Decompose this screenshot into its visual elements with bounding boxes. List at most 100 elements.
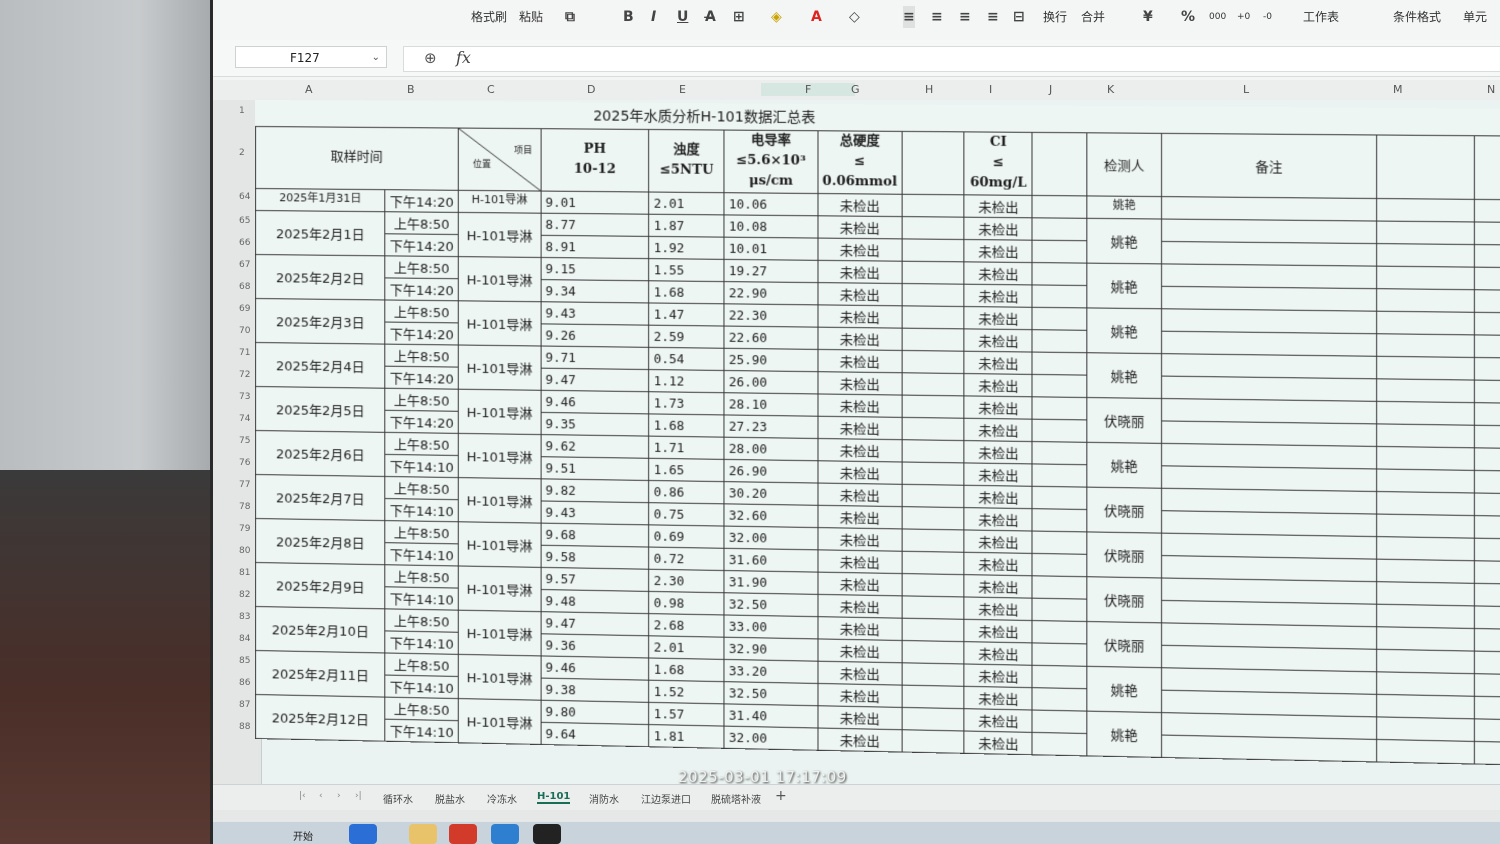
blank-cell[interactable] bbox=[1474, 244, 1500, 268]
row-number[interactable]: 65 bbox=[239, 216, 250, 226]
ph-cell[interactable]: 9.51 bbox=[540, 456, 650, 480]
column-header-d[interactable]: D bbox=[587, 83, 595, 96]
inspector-cell[interactable]: 姚艳 bbox=[1087, 262, 1162, 309]
row-number[interactable]: 69 bbox=[239, 304, 250, 314]
blank-cell[interactable] bbox=[901, 416, 965, 441]
decrease-decimal-icon[interactable]: -0 bbox=[1263, 6, 1272, 28]
column-header-n[interactable]: N bbox=[1487, 83, 1495, 96]
row-number[interactable]: 73 bbox=[239, 392, 250, 402]
hardness-cell[interactable]: 未检出 bbox=[817, 304, 902, 328]
turbidity-cell[interactable]: 1.68 bbox=[649, 280, 725, 304]
blank-cell[interactable] bbox=[1376, 423, 1475, 448]
position-cell[interactable]: H-101导淋 bbox=[458, 256, 541, 302]
conductivity-cell[interactable]: 32.00 bbox=[724, 525, 818, 550]
sheet-tab[interactable]: 脱盐水 bbox=[435, 791, 465, 806]
inspector-cell[interactable]: 姚艳 bbox=[1087, 710, 1162, 757]
blank-cell[interactable] bbox=[1474, 198, 1500, 223]
inspector-cell[interactable]: 伏晓丽 bbox=[1087, 397, 1162, 443]
row-number[interactable]: 76 bbox=[239, 458, 250, 468]
align-center-icon[interactable]: ≡ bbox=[931, 6, 943, 28]
blank-cell[interactable] bbox=[1376, 671, 1475, 696]
date-cell[interactable]: 2025年2月4日 bbox=[255, 342, 386, 388]
blank-cell[interactable] bbox=[1474, 221, 1500, 245]
position-cell[interactable]: H-101导淋 bbox=[458, 432, 541, 479]
blank-cell[interactable] bbox=[1032, 441, 1088, 465]
justify-icon[interactable]: ≡ bbox=[987, 6, 999, 28]
cl-cell[interactable]: 未检出 bbox=[964, 283, 1033, 307]
row-number[interactable]: 1 bbox=[239, 106, 245, 116]
turbidity-cell[interactable]: 0.86 bbox=[649, 479, 725, 504]
column-header-l[interactable]: L bbox=[1243, 83, 1249, 96]
blank-cell[interactable] bbox=[901, 483, 965, 508]
blank-cell[interactable] bbox=[1032, 239, 1088, 263]
position-cell[interactable]: H-101导淋 bbox=[458, 344, 541, 390]
blank-cell[interactable] bbox=[901, 349, 965, 374]
time-cell[interactable]: 上午8:50 bbox=[385, 520, 459, 544]
blank-cell[interactable] bbox=[1474, 695, 1500, 720]
blank-cell[interactable] bbox=[1474, 515, 1500, 539]
ie-icon[interactable] bbox=[349, 824, 377, 844]
date-cell[interactable]: 2025年2月8日 bbox=[255, 518, 386, 565]
cl-cell[interactable]: 未检出 bbox=[964, 440, 1033, 464]
merge-button[interactable]: 合并 bbox=[1081, 6, 1105, 28]
ph-cell[interactable]: 8.91 bbox=[540, 234, 650, 259]
inspector-cell[interactable]: 姚艳 bbox=[1087, 665, 1162, 713]
blank-cell[interactable] bbox=[1474, 582, 1500, 607]
blank-cell[interactable] bbox=[1032, 508, 1088, 532]
hardness-cell[interactable]: 未检出 bbox=[817, 371, 902, 395]
ph-cell[interactable]: 9.47 bbox=[540, 367, 650, 392]
conductivity-cell[interactable]: 27.23 bbox=[724, 414, 818, 438]
blank-cell[interactable] bbox=[901, 617, 965, 642]
align-right-icon[interactable]: ≡ bbox=[959, 6, 971, 28]
time-cell[interactable]: 上午8:50 bbox=[385, 255, 459, 279]
hardness-cell[interactable]: 未检出 bbox=[817, 193, 902, 217]
time-cell[interactable]: 下午14:20 bbox=[385, 277, 459, 301]
conductivity-cell[interactable]: 32.60 bbox=[724, 503, 818, 528]
cl-cell[interactable]: 未检出 bbox=[964, 507, 1033, 531]
conductivity-cell[interactable]: 33.00 bbox=[724, 614, 818, 639]
header-blank-j[interactable] bbox=[1032, 131, 1088, 196]
blank-cell[interactable] bbox=[1474, 605, 1500, 630]
ph-cell[interactable]: 9.58 bbox=[540, 544, 650, 569]
row-number[interactable]: 75 bbox=[239, 436, 250, 446]
time-cell[interactable]: 上午8:50 bbox=[385, 652, 459, 676]
blank-cell[interactable] bbox=[1376, 333, 1475, 357]
time-cell[interactable]: 下午14:10 bbox=[385, 630, 459, 654]
date-cell[interactable]: 2025年2月10日 bbox=[255, 606, 386, 653]
font-color-icon[interactable]: A bbox=[811, 6, 822, 28]
blank-cell[interactable] bbox=[1474, 447, 1500, 471]
turbidity-cell[interactable]: 1.68 bbox=[649, 413, 725, 437]
blank-cell[interactable] bbox=[901, 684, 965, 709]
hardness-cell[interactable]: 未检出 bbox=[817, 527, 902, 551]
start-button[interactable]: 开始 bbox=[293, 828, 313, 843]
header-turbidity[interactable]: 浊度 ≤5NTU bbox=[649, 128, 725, 193]
zoom-icon[interactable]: ⊕ bbox=[424, 49, 437, 67]
date-cell[interactable]: 2025年2月12日 bbox=[255, 694, 386, 741]
column-header-c[interactable]: C bbox=[487, 83, 495, 96]
blank-cell[interactable] bbox=[901, 506, 965, 530]
cl-cell[interactable]: 未检出 bbox=[964, 596, 1033, 621]
paste-button[interactable]: 粘贴 bbox=[519, 6, 543, 28]
hardness-cell[interactable]: 未检出 bbox=[817, 393, 902, 417]
blank-cell[interactable] bbox=[1376, 581, 1475, 606]
blank-cell[interactable] bbox=[1474, 673, 1500, 697]
row-number[interactable]: 64 bbox=[239, 192, 250, 202]
blank-cell[interactable] bbox=[1376, 693, 1475, 719]
turbidity-cell[interactable]: 1.55 bbox=[649, 258, 725, 282]
turbidity-cell[interactable]: 0.75 bbox=[649, 502, 725, 526]
turbidity-cell[interactable]: 0.98 bbox=[649, 590, 725, 615]
header-conductivity[interactable]: 电导率 ≤5.6×10³ μs/cm bbox=[724, 129, 818, 194]
blank-cell[interactable] bbox=[1376, 378, 1475, 403]
date-cell[interactable]: 2025年2月9日 bbox=[255, 562, 386, 609]
inspector-cell[interactable]: 姚艳 bbox=[1087, 217, 1162, 264]
chevron-down-icon[interactable]: ⌄ bbox=[372, 47, 380, 69]
italic-button[interactable]: I bbox=[651, 6, 656, 28]
cl-cell[interactable]: 未检出 bbox=[964, 730, 1033, 755]
blank-cell[interactable] bbox=[1032, 351, 1088, 375]
blank-cell[interactable] bbox=[1032, 709, 1088, 734]
header-hardness[interactable]: 总硬度 ≤ 0.06mmol bbox=[817, 130, 902, 194]
remarks-cell[interactable] bbox=[1161, 353, 1377, 379]
inspector-cell[interactable]: 伏晓丽 bbox=[1087, 486, 1162, 533]
blank-cell[interactable] bbox=[1032, 463, 1088, 487]
row-number[interactable]: 77 bbox=[239, 480, 250, 490]
